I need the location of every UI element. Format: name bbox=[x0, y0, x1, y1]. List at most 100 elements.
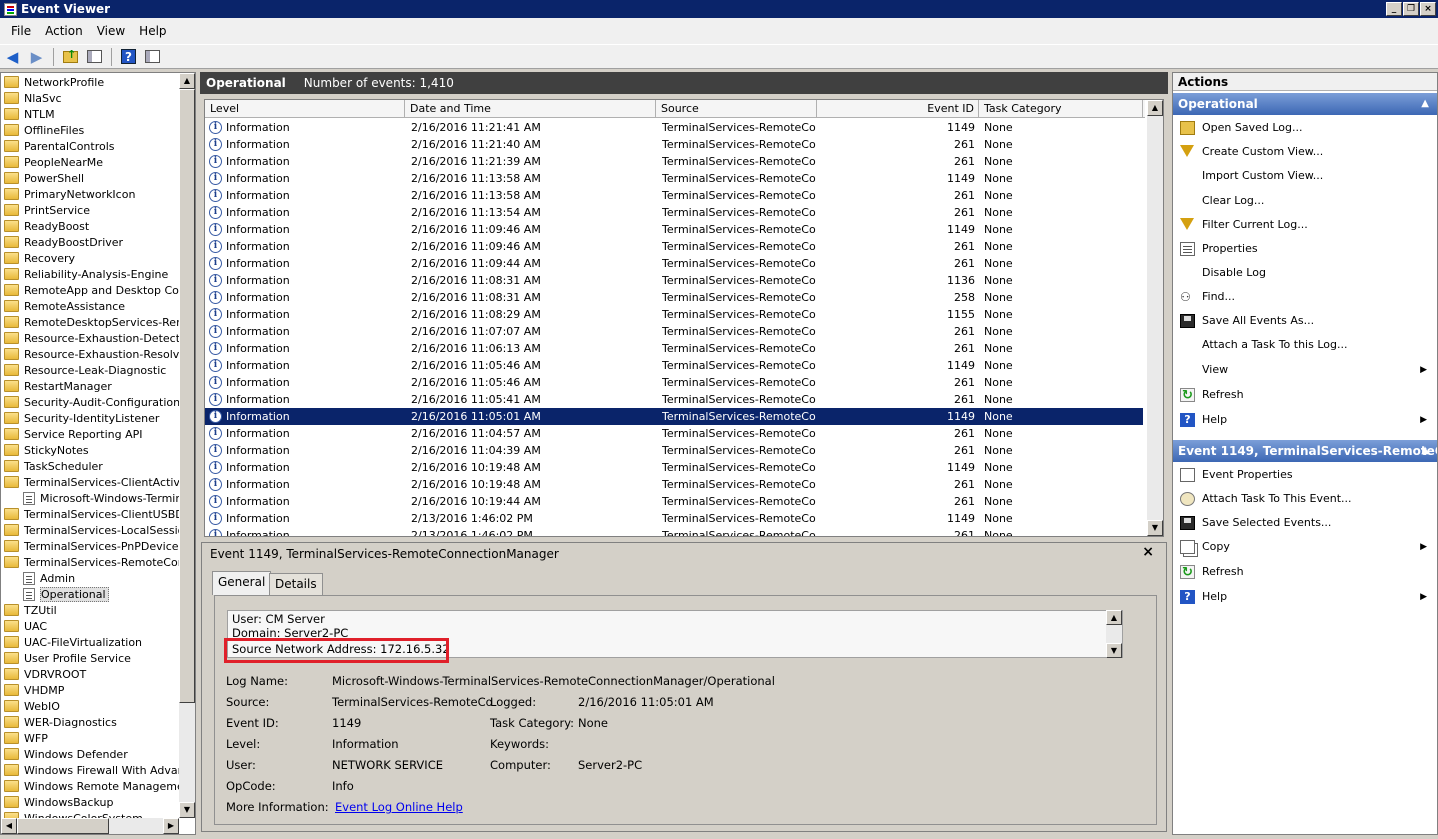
action-item[interactable]: Save All Events As... bbox=[1173, 311, 1437, 331]
table-row[interactable]: i Information 2/16/2016 11:09:46 AM Termina… bbox=[205, 221, 1143, 238]
tree-item[interactable]: PeopleNearMe bbox=[4, 154, 103, 170]
tree-item[interactable]: RemoteAssistance bbox=[4, 298, 125, 314]
scroll-down-arrow[interactable]: ▼ bbox=[1106, 643, 1122, 658]
tree-item[interactable]: TaskScheduler bbox=[4, 458, 103, 474]
menu-action[interactable]: Action bbox=[38, 24, 90, 38]
tree-item[interactable]: RestartManager bbox=[4, 378, 112, 394]
action-item[interactable]: ? Help ▶ bbox=[1173, 587, 1437, 607]
table-row[interactable]: i Information 2/16/2016 11:13:58 AM Termina… bbox=[205, 187, 1143, 204]
scroll-left-arrow[interactable]: ◀ bbox=[1, 818, 17, 834]
tree-item[interactable]: Security-IdentityListener bbox=[4, 410, 159, 426]
table-row[interactable]: i Information 2/16/2016 11:05:41 AM Termina… bbox=[205, 391, 1143, 408]
tree-item[interactable]: WFP bbox=[4, 730, 48, 746]
action-item[interactable]: Properties bbox=[1173, 239, 1437, 259]
description-scrollbar[interactable]: ▲ ▼ bbox=[1106, 610, 1122, 658]
table-row[interactable]: i Information 2/16/2016 11:21:40 AM Termina… bbox=[205, 136, 1143, 153]
forward-arrow-icon[interactable]: ▶ bbox=[26, 47, 47, 67]
tree-horizontal-scrollbar[interactable]: ◀ ▶ bbox=[1, 818, 179, 834]
tree-item[interactable]: WindowsBackup bbox=[4, 794, 113, 810]
table-row[interactable]: i Information 2/16/2016 11:09:44 AM Termina… bbox=[205, 255, 1143, 272]
table-row[interactable]: i Information 2/13/2016 1:46:02 PM Terminal… bbox=[205, 527, 1143, 536]
tree-item[interactable]: Operational bbox=[23, 586, 109, 602]
column-task-category[interactable]: Task Category bbox=[979, 100, 1143, 118]
table-row[interactable]: i Information 2/16/2016 10:19:48 AM Termina… bbox=[205, 459, 1143, 476]
tree-item[interactable]: User Profile Service bbox=[4, 650, 131, 666]
tree-item[interactable]: NlaSvc bbox=[4, 90, 62, 106]
tree-item[interactable]: Windows Defender bbox=[4, 746, 128, 762]
collapse-caret-icon[interactable]: ▲ bbox=[1421, 93, 1429, 115]
tree-item[interactable]: OfflineFiles bbox=[4, 122, 84, 138]
collapse-caret-icon[interactable]: ▲ bbox=[1421, 440, 1429, 462]
action-item[interactable]: Copy ▶ bbox=[1173, 537, 1437, 557]
table-row[interactable]: i Information 2/16/2016 11:05:46 AM Termina… bbox=[205, 357, 1143, 374]
scroll-right-arrow[interactable]: ▶ bbox=[163, 818, 179, 834]
table-row[interactable]: i Information 2/16/2016 10:19:48 AM Termina… bbox=[205, 476, 1143, 493]
table-row[interactable]: i Information 2/16/2016 11:13:54 AM Termina… bbox=[205, 204, 1143, 221]
tree-item[interactable]: TerminalServices-PnPDevices bbox=[4, 538, 179, 554]
table-row[interactable]: i Information 2/16/2016 11:08:31 AM Termina… bbox=[205, 289, 1143, 306]
tree-item[interactable]: PrintService bbox=[4, 202, 90, 218]
scroll-up-arrow[interactable]: ▲ bbox=[1147, 100, 1163, 116]
tree-item[interactable]: ReadyBoost bbox=[4, 218, 89, 234]
action-item[interactable]: ⚇ Find... bbox=[1173, 287, 1437, 307]
close-button[interactable]: × bbox=[1420, 2, 1436, 16]
tree-item[interactable]: Resource-Exhaustion-Detector bbox=[4, 330, 179, 346]
scroll-up-arrow[interactable]: ▲ bbox=[179, 73, 195, 89]
tree-item[interactable]: Windows Firewall With Advanced bbox=[4, 762, 179, 778]
action-item[interactable]: Create Custom View... bbox=[1173, 142, 1437, 162]
column-source[interactable]: Source bbox=[656, 100, 817, 118]
tree-item[interactable]: Admin bbox=[23, 570, 75, 586]
action-item[interactable]: Attach a Task To this Log... bbox=[1173, 335, 1437, 355]
scroll-up-arrow[interactable]: ▲ bbox=[1106, 610, 1122, 625]
action-item[interactable]: Open Saved Log... bbox=[1173, 118, 1437, 138]
tree-item[interactable]: Service Reporting API bbox=[4, 426, 143, 442]
action-item[interactable]: Filter Current Log... bbox=[1173, 215, 1437, 235]
table-row[interactable]: i Information 2/16/2016 11:08:31 AM Termina… bbox=[205, 272, 1143, 289]
tree-item[interactable]: RemoteApp and Desktop Connec bbox=[4, 282, 179, 298]
table-row[interactable]: i Information 2/16/2016 11:04:57 AM Termina… bbox=[205, 425, 1143, 442]
action-item[interactable]: Disable Log bbox=[1173, 263, 1437, 283]
action-item[interactable]: ↻ Refresh bbox=[1173, 385, 1437, 405]
tree-item[interactable]: RemoteDesktopServices-Remote bbox=[4, 314, 179, 330]
menu-file[interactable]: File bbox=[4, 24, 38, 38]
event-list-scrollbar[interactable]: ▲ ▼ bbox=[1147, 100, 1163, 536]
action-item[interactable]: View ▶ bbox=[1173, 360, 1437, 380]
help-button[interactable]: ? bbox=[118, 47, 139, 67]
tree-item[interactable]: Resource-Exhaustion-Resolver bbox=[4, 346, 179, 362]
tree-item[interactable]: PowerShell bbox=[4, 170, 84, 186]
scroll-down-arrow[interactable]: ▼ bbox=[1147, 520, 1163, 536]
tab-general[interactable]: General bbox=[212, 571, 272, 595]
tree-item[interactable]: WER-Diagnostics bbox=[4, 714, 117, 730]
menu-view[interactable]: View bbox=[90, 24, 132, 38]
table-row[interactable]: i Information 2/16/2016 11:04:39 AM Termina… bbox=[205, 442, 1143, 459]
up-folder-button[interactable] bbox=[60, 47, 81, 67]
action-item[interactable]: Event Properties bbox=[1173, 465, 1437, 485]
action-item[interactable]: Save Selected Events... bbox=[1173, 513, 1437, 533]
back-arrow-icon[interactable]: ◀ bbox=[2, 47, 23, 67]
action-item[interactable]: Clear Log... bbox=[1173, 191, 1437, 211]
table-row[interactable]: i Information 2/16/2016 11:08:29 AM Termina… bbox=[205, 306, 1143, 323]
menu-help[interactable]: Help bbox=[132, 24, 173, 38]
tree-item[interactable]: Resource-Leak-Diagnostic bbox=[4, 362, 166, 378]
tree-item[interactable]: NTLM bbox=[4, 106, 55, 122]
tree-item[interactable]: TZUtil bbox=[4, 602, 57, 618]
tree-item[interactable]: TerminalServices-ClientActiveXC bbox=[4, 474, 179, 490]
action-item[interactable]: Import Custom View... bbox=[1173, 166, 1437, 186]
column-level[interactable]: Level bbox=[205, 100, 405, 118]
table-row[interactable]: i Information 2/16/2016 11:06:13 AM Termina… bbox=[205, 340, 1143, 357]
column-event-id[interactable]: Event ID bbox=[817, 100, 979, 118]
action-item[interactable]: Attach Task To This Event... bbox=[1173, 489, 1437, 509]
scroll-thumb[interactable] bbox=[179, 89, 195, 703]
tree-item[interactable]: VHDMP bbox=[4, 682, 64, 698]
minimize-button[interactable]: _ bbox=[1386, 2, 1402, 16]
scroll-thumb[interactable] bbox=[17, 818, 109, 834]
actions-section-operational[interactable]: Operational ▲ bbox=[1173, 93, 1437, 115]
column-date-time[interactable]: Date and Time bbox=[405, 100, 656, 118]
show-hide-tree-button[interactable] bbox=[84, 47, 105, 67]
tree-item[interactable]: PrimaryNetworkIcon bbox=[4, 186, 135, 202]
tree-item[interactable]: NetworkProfile bbox=[4, 74, 104, 90]
maximize-button[interactable]: ❐ bbox=[1403, 2, 1419, 16]
tree-item[interactable]: ReadyBoostDriver bbox=[4, 234, 123, 250]
close-icon[interactable]: × bbox=[1142, 544, 1154, 560]
tree-item[interactable]: UAC bbox=[4, 618, 47, 634]
